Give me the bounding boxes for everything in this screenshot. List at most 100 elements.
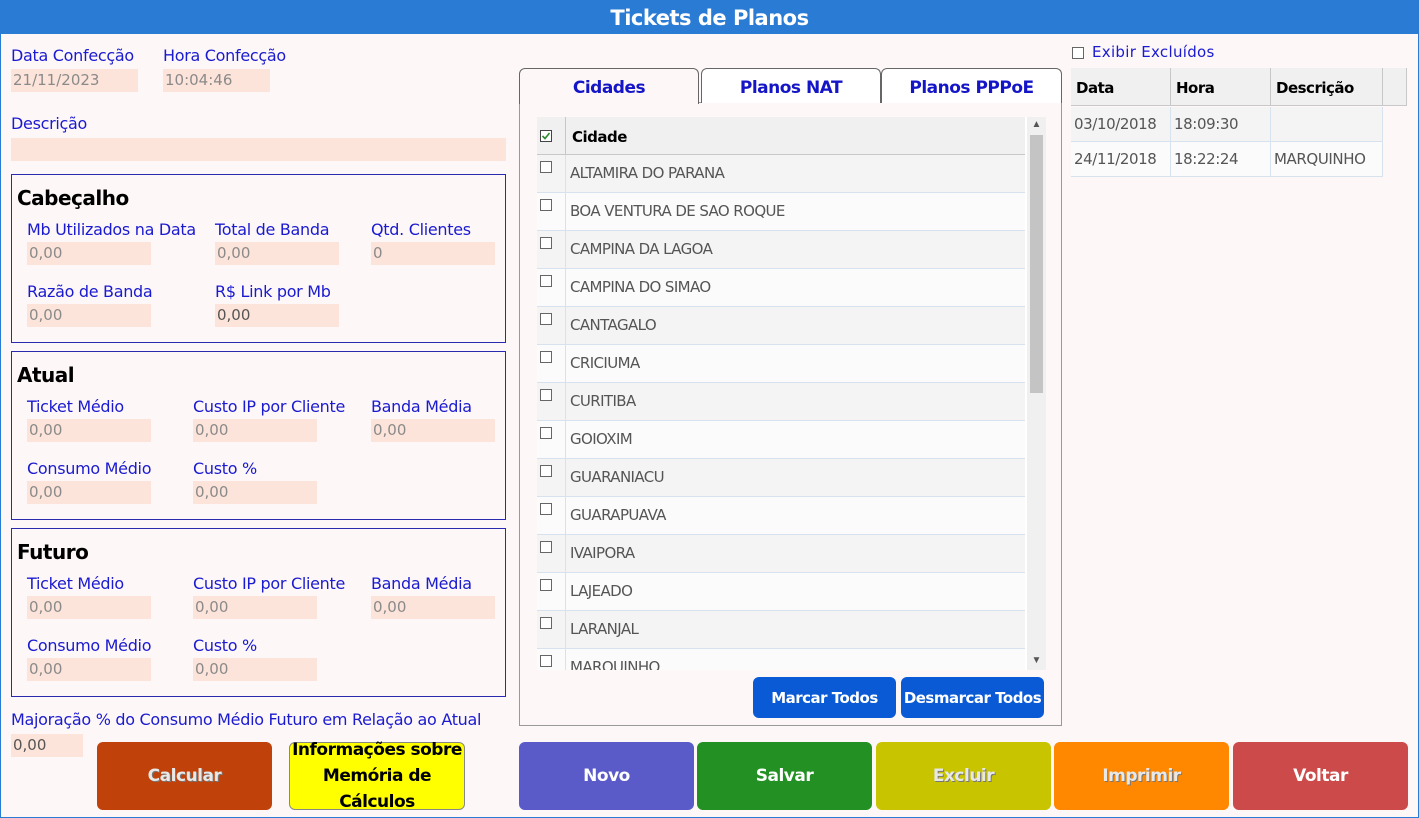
novo-button[interactable]: Novo bbox=[519, 742, 694, 810]
futuro-banda-field[interactable]: 0,00 bbox=[371, 596, 495, 619]
info-memoria-button[interactable]: Informações sobre Memória de Cálculos bbox=[289, 740, 465, 812]
exibir-excluidos-label[interactable]: Exibir Excluídos bbox=[1092, 43, 1215, 61]
scroll-up-icon[interactable]: ▲ bbox=[1027, 117, 1046, 133]
info-memoria-line2: Memória de Cálculos bbox=[322, 766, 432, 812]
atual-custo-label: Custo % bbox=[193, 459, 257, 478]
historico-header-descricao[interactable]: Descrição bbox=[1271, 68, 1383, 106]
salvar-button[interactable]: Salvar bbox=[697, 742, 872, 810]
historico-cell[interactable]: 18:09:30 bbox=[1171, 107, 1271, 142]
atual-banda-field[interactable]: 0,00 bbox=[371, 419, 495, 442]
table-row[interactable]: BOA VENTURA DE SAO ROQUE bbox=[537, 193, 1025, 231]
data-confeccao-label: Data Confecção bbox=[11, 46, 134, 65]
majoracao-field[interactable]: 0,00 bbox=[11, 734, 83, 757]
row-checkbox[interactable] bbox=[540, 389, 552, 401]
tab-cidades[interactable]: Cidades bbox=[519, 68, 699, 104]
row-checkbox[interactable] bbox=[540, 199, 552, 211]
exibir-excluidos-checkbox[interactable] bbox=[1072, 47, 1084, 59]
row-checkbox[interactable] bbox=[540, 313, 552, 325]
select-all-checkbox[interactable] bbox=[540, 130, 552, 142]
historico-header-data[interactable]: Data bbox=[1071, 68, 1171, 106]
futuro-custo-field[interactable]: 0,00 bbox=[193, 658, 317, 681]
historico-cell[interactable]: 18:22:24 bbox=[1171, 142, 1271, 177]
table-row[interactable]: CRICIUMA bbox=[537, 345, 1025, 383]
historico-cell[interactable]: 24/11/2018 bbox=[1071, 142, 1171, 177]
table-row[interactable]: CAMPINA DO SIMAO bbox=[537, 269, 1025, 307]
atual-consumo-field[interactable]: 0,00 bbox=[27, 481, 151, 504]
futuro-ticket-field[interactable]: 0,00 bbox=[27, 596, 151, 619]
row-checkbox[interactable] bbox=[540, 617, 552, 629]
row-checkbox[interactable] bbox=[540, 275, 552, 287]
row-checkbox[interactable] bbox=[540, 237, 552, 249]
cidades-grid: Cidade ALTAMIRA DO PARANA BOA VENTURA DE … bbox=[537, 117, 1046, 670]
descricao-label: Descrição bbox=[11, 114, 88, 133]
atual-custoip-label: Custo IP por Cliente bbox=[193, 397, 346, 416]
atual-banda-label: Banda Média bbox=[371, 397, 472, 416]
voltar-button[interactable]: Voltar bbox=[1233, 742, 1408, 810]
historico-header-hora[interactable]: Hora bbox=[1171, 68, 1271, 106]
table-row[interactable]: IVAIPORA bbox=[537, 535, 1025, 573]
cidade-column-header[interactable]: Cidade bbox=[565, 117, 627, 155]
row-checkbox[interactable] bbox=[540, 465, 552, 477]
row-checkbox[interactable] bbox=[540, 541, 552, 553]
table-row[interactable]: MARQUINHO bbox=[537, 649, 1025, 670]
row-checkbox[interactable] bbox=[540, 503, 552, 515]
futuro-ticket-label: Ticket Médio bbox=[27, 574, 124, 593]
row-checkbox[interactable] bbox=[540, 579, 552, 591]
table-row[interactable]: LAJEADO bbox=[537, 573, 1025, 611]
qtd-clientes-label: Qtd. Clientes bbox=[371, 220, 471, 239]
link-por-mb-field[interactable]: 0,00 bbox=[215, 304, 339, 327]
razao-banda-field[interactable]: 0,00 bbox=[27, 304, 151, 327]
row-checkbox[interactable] bbox=[540, 161, 552, 173]
table-row[interactable]: CURITIBA bbox=[537, 383, 1025, 421]
tab-planos-pppoe[interactable]: Planos PPPoE bbox=[881, 68, 1062, 103]
table-row[interactable]: LARANJAL bbox=[537, 611, 1025, 649]
cidade-cell: ALTAMIRA DO PARANA bbox=[565, 155, 1023, 192]
mb-utilizados-field[interactable]: 0,00 bbox=[27, 242, 151, 265]
calcular-button[interactable]: Calcular bbox=[97, 742, 272, 810]
table-row[interactable]: GUARAPUAVA bbox=[537, 497, 1025, 535]
futuro-custo-label: Custo % bbox=[193, 636, 257, 655]
row-checkbox[interactable] bbox=[540, 351, 552, 363]
futuro-custoip-label: Custo IP por Cliente bbox=[193, 574, 346, 593]
cidade-cell: LARANJAL bbox=[565, 611, 1023, 648]
atual-ticket-label: Ticket Médio bbox=[27, 397, 124, 416]
descricao-field[interactable] bbox=[11, 138, 506, 161]
hora-confeccao-field[interactable]: 10:04:46 bbox=[163, 69, 270, 92]
tab-planos-nat[interactable]: Planos NAT bbox=[701, 68, 881, 103]
cidades-scrollbar[interactable]: ▲ ▼ bbox=[1027, 117, 1046, 670]
window-title: Tickets de Planos bbox=[0, 0, 1419, 34]
row-checkbox[interactable] bbox=[540, 427, 552, 439]
futuro-title: Futuro bbox=[17, 540, 89, 564]
hora-confeccao-label: Hora Confecção bbox=[163, 46, 286, 65]
imprimir-button[interactable]: Imprimir bbox=[1054, 742, 1229, 810]
historico-cell[interactable]: 03/10/2018 bbox=[1071, 107, 1171, 142]
historico-header-spacer bbox=[1383, 68, 1407, 106]
table-row[interactable]: CANTAGALO bbox=[537, 307, 1025, 345]
scroll-down-icon[interactable]: ▼ bbox=[1027, 653, 1046, 669]
row-checkbox[interactable] bbox=[540, 655, 552, 667]
table-row[interactable]: CAMPINA DA LAGOA bbox=[537, 231, 1025, 269]
table-row[interactable]: ALTAMIRA DO PARANA bbox=[537, 155, 1025, 193]
desmarcar-todos-button[interactable]: Desmarcar Todos bbox=[901, 677, 1044, 718]
info-memoria-line1: Informações sobre bbox=[292, 740, 462, 760]
scroll-thumb[interactable] bbox=[1030, 135, 1043, 393]
cidade-cell: IVAIPORA bbox=[565, 535, 1023, 572]
qtd-clientes-field[interactable]: 0 bbox=[371, 242, 495, 265]
atual-custoip-field[interactable]: 0,00 bbox=[193, 419, 317, 442]
cidade-cell: GOIOXIM bbox=[565, 421, 1023, 458]
historico-cell[interactable] bbox=[1271, 107, 1383, 142]
futuro-consumo-field[interactable]: 0,00 bbox=[27, 658, 151, 681]
table-row[interactable]: GOIOXIM bbox=[537, 421, 1025, 459]
link-por-mb-label: R$ Link por Mb bbox=[215, 282, 331, 301]
atual-custo-field[interactable]: 0,00 bbox=[193, 481, 317, 504]
cidade-cell: MARQUINHO bbox=[565, 649, 1023, 670]
table-row[interactable]: GUARANIACU bbox=[537, 459, 1025, 497]
historico-cell[interactable]: MARQUINHO bbox=[1271, 142, 1383, 177]
data-confeccao-field[interactable]: 21/11/2023 bbox=[11, 69, 138, 92]
total-banda-field[interactable]: 0,00 bbox=[215, 242, 339, 265]
atual-ticket-field[interactable]: 0,00 bbox=[27, 419, 151, 442]
marcar-todos-button[interactable]: Marcar Todos bbox=[753, 677, 896, 718]
majoracao-label: Majoração % do Consumo Médio Futuro em R… bbox=[11, 710, 482, 729]
futuro-custoip-field[interactable]: 0,00 bbox=[193, 596, 317, 619]
excluir-button[interactable]: Excluir bbox=[876, 742, 1051, 810]
